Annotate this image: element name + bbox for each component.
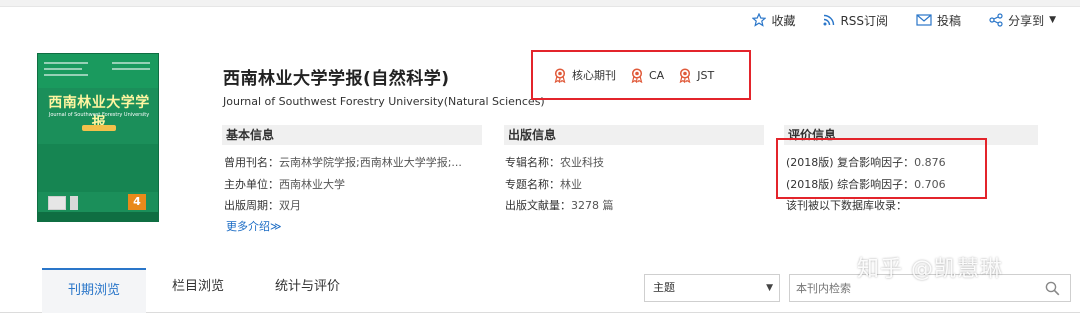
cover-image	[48, 196, 66, 210]
chevron-down-icon: ▼	[1049, 15, 1056, 25]
mail-icon	[916, 14, 932, 26]
tab-column-browse[interactable]: 栏目浏览	[172, 268, 224, 308]
submit-label: 投稿	[937, 13, 962, 28]
cover-tag	[82, 125, 116, 131]
info-row-topic: 专题名称：林业	[505, 176, 582, 192]
impact-factor-highlight	[776, 138, 987, 199]
header-actions: 收藏 RSS订阅 投稿 分享到 ▼	[752, 11, 1056, 29]
row-label: 主办单位：	[224, 178, 279, 191]
share-icon	[989, 13, 1003, 27]
cover-text-line	[44, 74, 88, 76]
row-value: 3278 篇	[571, 199, 614, 212]
cover-text-line	[44, 62, 88, 64]
row-value: 林业	[560, 178, 582, 191]
row-label: 专辑名称：	[505, 156, 560, 169]
publish-info-heading: 出版信息	[504, 125, 764, 145]
search-field-select[interactable]: 主题 ▼	[644, 274, 780, 302]
cover-text-line	[112, 62, 150, 64]
info-row-frequency: 出版周期：双月	[224, 197, 301, 213]
badge-jst: JST	[678, 67, 715, 83]
award-icon	[554, 67, 566, 83]
row-label: 该刊被以下数据库收录：	[786, 199, 907, 212]
row-value: 西南林业大学	[279, 178, 345, 191]
badge-label: 核心期刊	[572, 69, 616, 82]
row-value: 农业科技	[560, 156, 604, 169]
share-button[interactable]: 分享到 ▼	[989, 12, 1056, 29]
submit-button[interactable]: 投稿	[916, 12, 961, 29]
chevron-down-icon: ▼	[766, 283, 773, 293]
tab-issue-browse[interactable]: 刊期浏览	[42, 268, 146, 313]
star-icon	[752, 13, 767, 27]
badge-label: CA	[649, 68, 665, 82]
watermark: 知乎 @凯慧琳	[857, 257, 1003, 282]
award-icon	[631, 67, 643, 83]
cover-footer	[38, 212, 158, 221]
row-label: 出版周期：	[224, 199, 279, 212]
journal-title: 西南林业大学学报(自然科学)	[223, 69, 450, 89]
journal-cover: 西南林业大学学报 Journal of Southwest Forestry U…	[37, 53, 159, 222]
select-value: 主题	[653, 281, 675, 294]
row-label: 曾用刊名：	[224, 156, 279, 169]
cover-subtitle: Journal of Southwest Forestry University	[48, 112, 150, 118]
row-value: 云南林学院学报;西南林业大学学报;...	[279, 156, 462, 169]
badge-ca: CA	[630, 67, 665, 83]
award-icon	[679, 67, 691, 83]
top-strip	[0, 0, 1080, 7]
cover-text-line	[44, 68, 82, 70]
info-row-volume: 出版文献量：3278 篇	[505, 197, 614, 213]
info-row-former-name: 曾用刊名：云南林学院学报;西南林业大学学报;...	[224, 154, 462, 170]
share-label: 分享到	[1008, 13, 1045, 28]
search-icon[interactable]	[1045, 281, 1060, 296]
info-row-indexed-db: 该刊被以下数据库收录：	[786, 197, 907, 213]
cover-header	[38, 54, 158, 88]
rss-button[interactable]: RSS订阅	[823, 12, 888, 29]
rss-label: RSS订阅	[840, 13, 889, 28]
cover-text-line	[112, 68, 150, 70]
badge-label: JST	[697, 68, 715, 82]
basic-info-heading: 基本信息	[222, 125, 482, 145]
rss-icon	[823, 14, 835, 26]
info-row-album: 专辑名称：农业科技	[505, 154, 604, 170]
favorite-label: 收藏	[771, 13, 796, 28]
cover-issue-number: 4	[128, 194, 146, 210]
row-label: 专题名称：	[505, 178, 560, 191]
tab-statistics[interactable]: 统计与评价	[275, 268, 340, 308]
info-row-sponsor: 主办单位：西南林业大学	[224, 176, 345, 192]
journal-en-title: Journal of Southwest Forestry University…	[223, 95, 545, 108]
cover-image	[70, 196, 78, 210]
row-value: 双月	[279, 199, 301, 212]
badges-highlight: 核心期刊 CA JST	[531, 50, 751, 100]
badge-core: 核心期刊	[553, 67, 616, 83]
row-label: 出版文献量：	[505, 199, 571, 212]
cover-band	[38, 144, 158, 192]
more-info-link[interactable]: 更多介绍≫	[226, 218, 282, 234]
favorite-button[interactable]: 收藏	[752, 12, 795, 29]
